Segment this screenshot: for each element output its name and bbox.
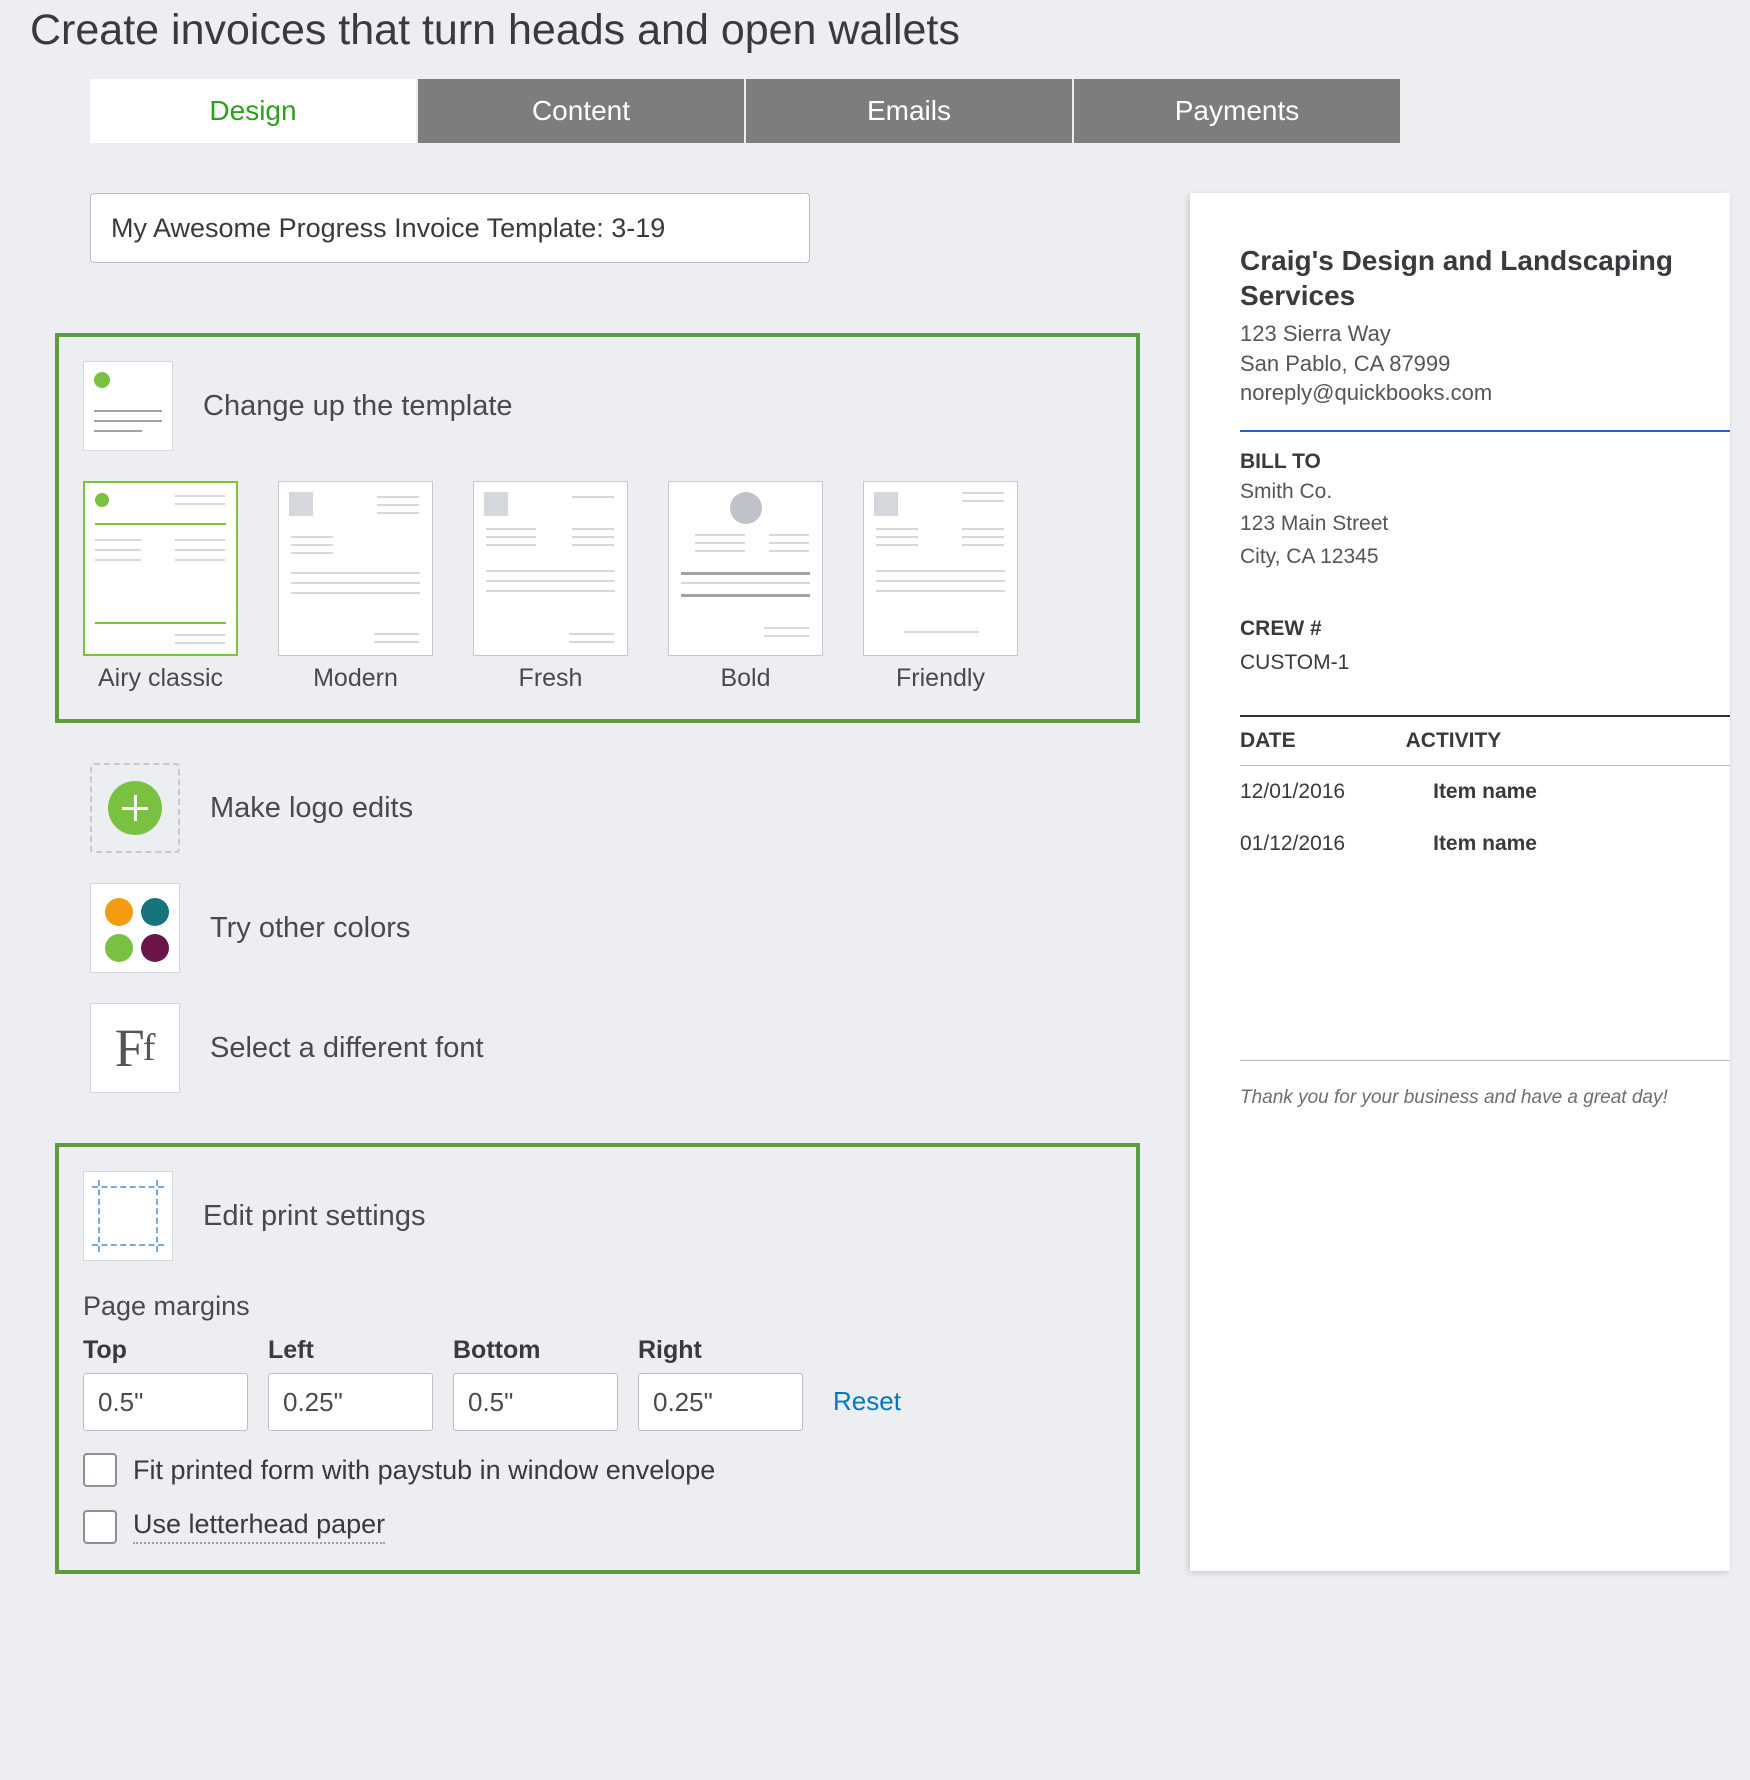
margin-top-input[interactable] <box>83 1373 248 1431</box>
margin-left-label: Left <box>268 1336 433 1365</box>
print-settings-label: Edit print settings <box>203 1200 425 1233</box>
preview-row-activity: Item name <box>1433 780 1537 804</box>
preview-company-name: Craig's Design and Landscaping Services <box>1240 243 1730 313</box>
preview-row-activity: Item name <box>1433 832 1537 856</box>
change-template-section: Change up the template <box>55 333 1140 723</box>
tab-design[interactable]: Design <box>90 79 416 143</box>
colors-icon <box>90 883 180 973</box>
print-settings-icon <box>83 1171 173 1261</box>
margin-left-input[interactable] <box>268 1373 433 1431</box>
letterhead-row[interactable]: Use letterhead paper <box>83 1509 1112 1544</box>
preview-row-date: 12/01/2016 <box>1240 780 1345 804</box>
tabs: Design Content Emails Payments <box>90 79 1750 143</box>
template-name-label: Friendly <box>863 664 1018 693</box>
logo-upload-box[interactable] <box>90 763 180 853</box>
preview-table-row: 12/01/2016 Item name <box>1240 766 1730 818</box>
preview-col-activity: ACTIVITY <box>1406 729 1502 753</box>
preview-addr2: San Pablo, CA 87999 <box>1240 349 1730 379</box>
preview-billto-label: BILL TO <box>1240 450 1730 474</box>
margin-bottom-label: Bottom <box>453 1336 618 1365</box>
select-font-row[interactable]: Ff Select a different font <box>90 1003 1190 1093</box>
preview-billto-addr2: City, CA 12345 <box>1240 543 1730 571</box>
template-modern[interactable]: Modern <box>278 481 433 693</box>
template-name-input[interactable]: My Awesome Progress Invoice Template: 3-… <box>90 193 810 263</box>
preview-addr1: 123 Sierra Way <box>1240 319 1730 349</box>
margin-right-input[interactable] <box>638 1373 803 1431</box>
fit-envelope-checkbox[interactable] <box>83 1453 117 1487</box>
template-friendly[interactable]: Friendly <box>863 481 1018 693</box>
preview-table-row: 01/12/2016 Item name <box>1240 818 1730 870</box>
preview-row-date: 01/12/2016 <box>1240 832 1345 856</box>
reset-margins-link[interactable]: Reset <box>833 1386 901 1417</box>
select-font-label: Select a different font <box>210 1032 484 1065</box>
preview-crew-value: CUSTOM-1 <box>1240 651 1730 675</box>
preview-col-date: DATE <box>1240 729 1296 753</box>
template-name-label: Fresh <box>473 664 628 693</box>
template-bold[interactable]: Bold <box>668 481 823 693</box>
template-name-label: Modern <box>278 664 433 693</box>
try-colors-row[interactable]: Try other colors <box>90 883 1190 973</box>
template-name-label: Bold <box>668 664 823 693</box>
preview-email: noreply@quickbooks.com <box>1240 378 1730 408</box>
template-airy-classic[interactable]: Airy classic <box>83 481 238 693</box>
page-title: Create invoices that turn heads and open… <box>0 0 1750 79</box>
tab-emails[interactable]: Emails <box>746 79 1072 143</box>
margin-bottom-input[interactable] <box>453 1373 618 1431</box>
margin-top-label: Top <box>83 1336 248 1365</box>
try-colors-label: Try other colors <box>210 912 410 945</box>
preview-billto-addr1: 123 Main Street <box>1240 510 1730 538</box>
tab-payments[interactable]: Payments <box>1074 79 1400 143</box>
template-icon <box>83 361 173 451</box>
make-logo-edits-label: Make logo edits <box>210 792 413 825</box>
page-margins-title: Page margins <box>83 1291 1112 1322</box>
fit-envelope-row[interactable]: Fit printed form with paystub in window … <box>83 1453 1112 1487</box>
preview-crew-label: CREW # <box>1240 617 1730 641</box>
plus-icon <box>108 781 162 835</box>
letterhead-label: Use letterhead paper <box>133 1509 385 1544</box>
font-icon: Ff <box>90 1003 180 1093</box>
margin-right-label: Right <box>638 1336 803 1365</box>
preview-billto-name: Smith Co. <box>1240 478 1730 506</box>
make-logo-edits-row[interactable]: Make logo edits <box>90 763 1190 853</box>
tab-content[interactable]: Content <box>418 79 744 143</box>
preview-thanks: Thank you for your business and have a g… <box>1240 1087 1730 1109</box>
template-fresh[interactable]: Fresh <box>473 481 628 693</box>
template-name-label: Airy classic <box>83 664 238 693</box>
change-template-label: Change up the template <box>203 390 513 423</box>
print-settings-section: Edit print settings Page margins Top Lef… <box>55 1143 1140 1574</box>
fit-envelope-label: Fit printed form with paystub in window … <box>133 1455 715 1486</box>
letterhead-checkbox[interactable] <box>83 1510 117 1544</box>
invoice-preview: Craig's Design and Landscaping Services … <box>1190 193 1730 1571</box>
